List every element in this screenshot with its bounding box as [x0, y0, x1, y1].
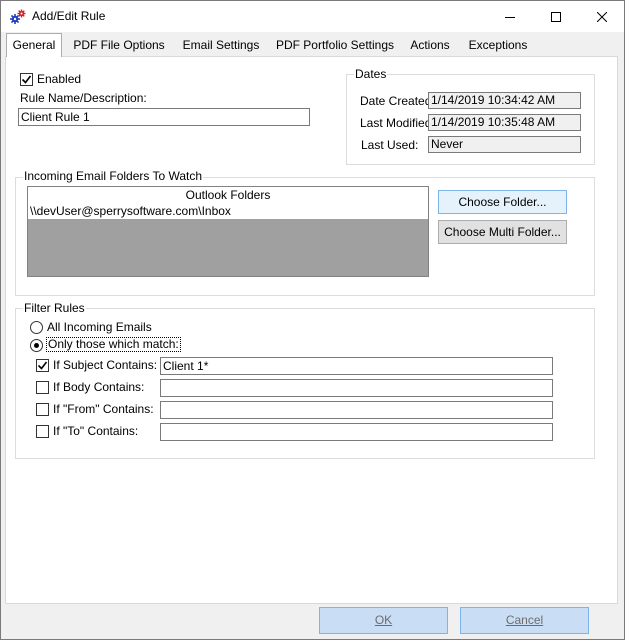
- all-incoming-radio[interactable]: [30, 321, 43, 334]
- checkmark-icon: [21, 75, 32, 84]
- last-used-value: Never: [428, 136, 581, 153]
- add-edit-rule-dialog: Add/Edit Rule General PDF File Options E…: [0, 0, 625, 640]
- ok-button[interactable]: OK: [319, 607, 448, 634]
- checkmark-icon: [37, 361, 48, 370]
- window-title: Add/Edit Rule: [32, 9, 106, 23]
- only-matching-radio[interactable]: [30, 339, 43, 352]
- dates-group-title: Dates: [354, 67, 388, 81]
- from-condition-input[interactable]: [160, 401, 553, 419]
- close-icon: [597, 11, 607, 22]
- minimize-icon: [505, 16, 515, 18]
- all-incoming-label: All Incoming Emails: [47, 320, 152, 334]
- choose-multi-folder-button[interactable]: Choose Multi Folder...: [438, 220, 567, 244]
- tab-email-settings[interactable]: Email Settings: [177, 35, 265, 56]
- maximize-icon: [551, 11, 561, 22]
- last-modified-value: 1/14/2019 10:35:48 AM: [428, 114, 581, 131]
- rule-name-input[interactable]: Client Rule 1: [18, 108, 310, 126]
- tab-exceptions[interactable]: Exceptions: [462, 35, 534, 56]
- cancel-button-label: Cancel: [505, 613, 544, 627]
- gears-app-icon: [9, 8, 27, 26]
- tab-pdf-portfolio-settings[interactable]: PDF Portfolio Settings: [273, 35, 397, 56]
- from-condition-label: If "From" Contains:: [53, 402, 154, 416]
- list-column-header[interactable]: Outlook Folders: [28, 187, 428, 204]
- list-item[interactable]: \\devUser@sperrysoftware.com\Inbox: [28, 204, 428, 219]
- tab-general[interactable]: General: [6, 33, 62, 57]
- subject-condition-checkbox[interactable]: [36, 359, 49, 372]
- cancel-button[interactable]: Cancel: [460, 607, 589, 634]
- last-used-label: Last Used:: [361, 138, 419, 152]
- enabled-label: Enabled: [37, 72, 82, 86]
- to-condition-checkbox[interactable]: [36, 425, 49, 438]
- to-condition-label: If "To" Contains:: [53, 424, 139, 438]
- tab-strip: General PDF File Options Email Settings …: [1, 32, 624, 57]
- to-condition-input[interactable]: [160, 423, 553, 441]
- subject-condition-input[interactable]: Client 1*: [160, 357, 553, 375]
- email-folders-group-title: Incoming Email Folders To Watch: [23, 169, 204, 183]
- ok-button-label: OK: [374, 613, 393, 627]
- last-modified-label: Last Modified:: [360, 116, 435, 130]
- subject-condition-label: If Subject Contains:: [53, 358, 158, 372]
- general-tab-panel: Enabled Rule Name/Description: Client Ru…: [5, 56, 618, 604]
- radio-selected-dot: [34, 343, 39, 348]
- tab-actions[interactable]: Actions: [404, 35, 456, 56]
- body-condition-label: If Body Contains:: [53, 380, 145, 394]
- title-bar[interactable]: Add/Edit Rule: [1, 1, 624, 32]
- enabled-checkbox[interactable]: [20, 73, 33, 86]
- body-condition-input[interactable]: [160, 379, 553, 397]
- choose-folder-button[interactable]: Choose Folder...: [438, 190, 567, 214]
- filter-rules-group-title: Filter Rules: [23, 301, 86, 315]
- date-created-value: 1/14/2019 10:34:42 AM: [428, 92, 581, 109]
- tab-pdf-file-options[interactable]: PDF File Options: [69, 35, 169, 56]
- minimize-button[interactable]: [487, 1, 533, 32]
- body-condition-checkbox[interactable]: [36, 381, 49, 394]
- outlook-folders-list[interactable]: Outlook Folders \\devUser@sperrysoftware…: [27, 186, 429, 277]
- rule-name-label: Rule Name/Description:: [20, 91, 147, 105]
- date-created-label: Date Created:: [360, 94, 435, 108]
- from-condition-checkbox[interactable]: [36, 403, 49, 416]
- maximize-button[interactable]: [533, 1, 579, 32]
- only-matching-label: Only those which match:: [46, 337, 181, 352]
- close-button[interactable]: [579, 1, 625, 32]
